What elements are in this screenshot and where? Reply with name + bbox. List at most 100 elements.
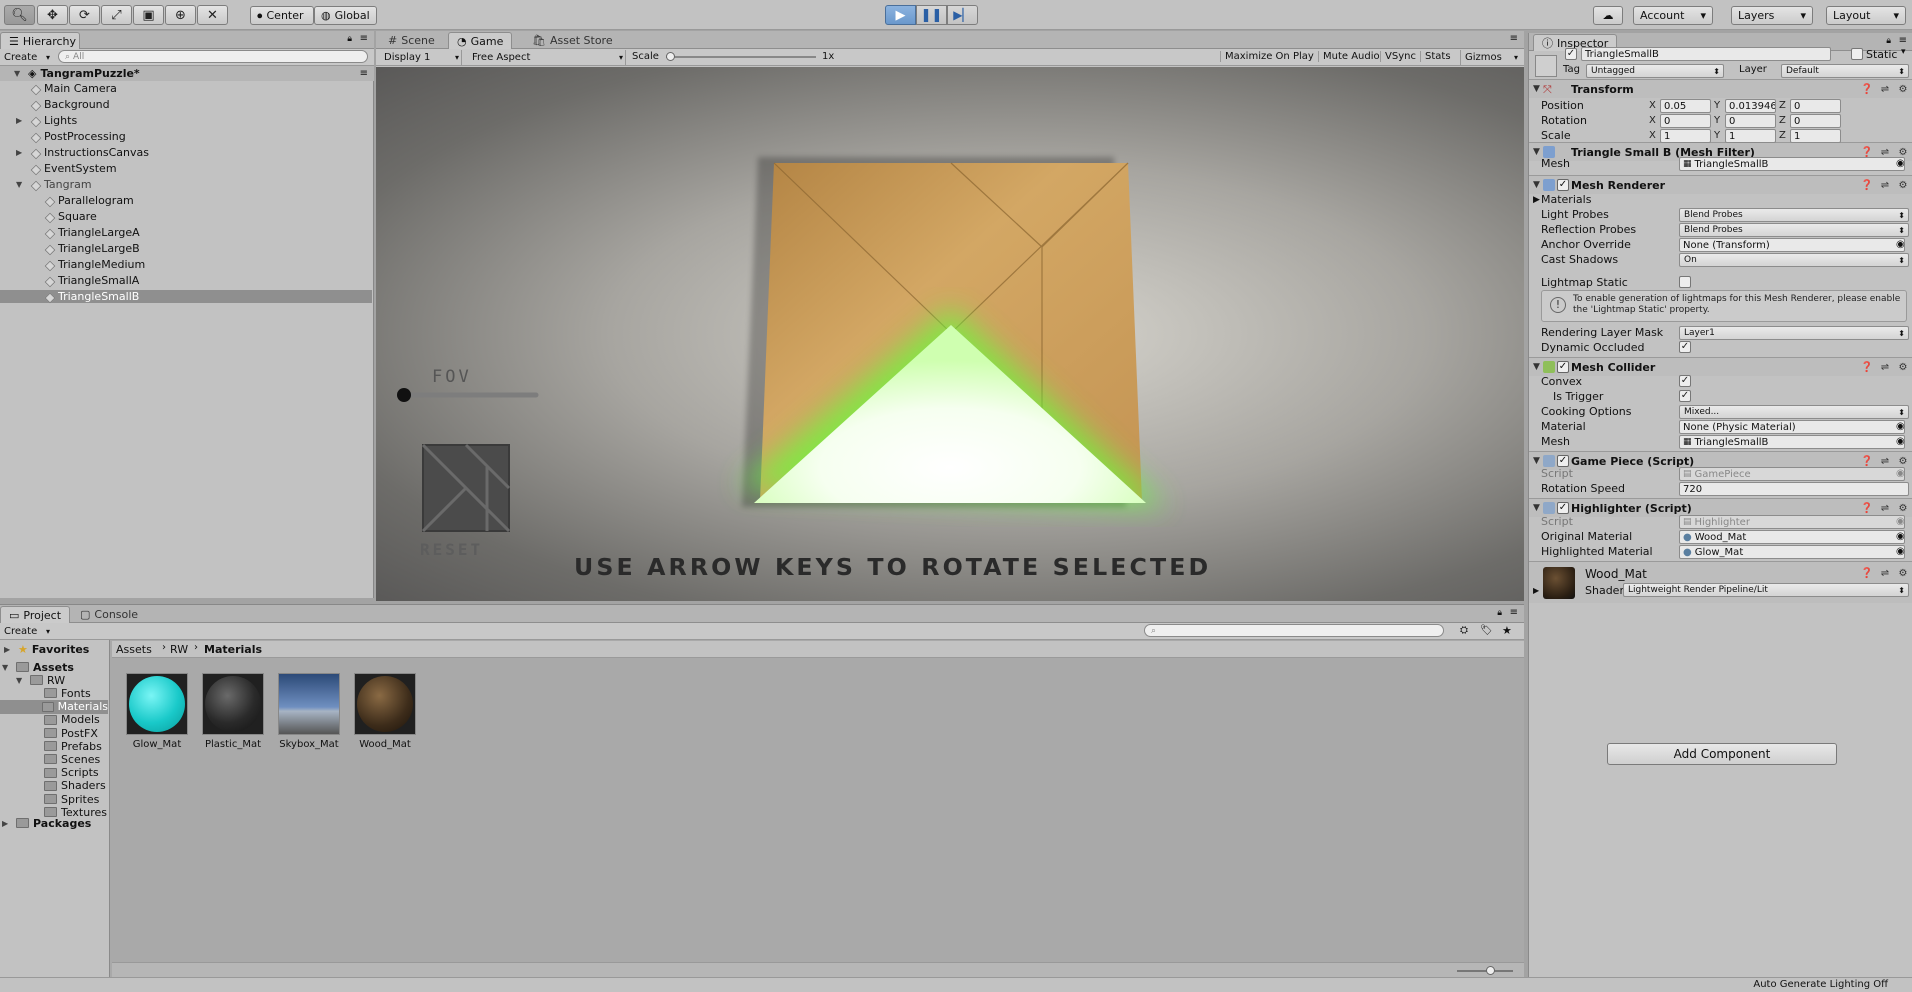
mesh-renderer-header[interactable]: ▼ ✓ Mesh Renderer ❓ ⇌ ⚙ — [1529, 175, 1912, 194]
tab-console[interactable]: ▢ Console — [72, 606, 146, 623]
tag-dropdown[interactable]: Untagged — [1586, 64, 1724, 78]
custom-tool-button[interactable]: ✕ — [197, 5, 228, 25]
folder-item[interactable]: Scenes — [0, 752, 108, 766]
mesh-collider-enabled-checkbox[interactable]: ✓ — [1557, 361, 1569, 373]
layers-dropdown[interactable]: Layers ▾ — [1731, 6, 1813, 25]
hierarchy-item[interactable]: PostProcessing — [0, 130, 372, 143]
expand-arrow-icon[interactable]: ▶ — [4, 645, 14, 654]
pivot-toggle[interactable]: ⦁ Center — [250, 6, 314, 25]
expand-arrow-icon[interactable]: ▶ — [2, 819, 12, 828]
shader-dropdown[interactable]: Lightweight Render Pipeline/Lit — [1623, 583, 1909, 597]
cast-shadows-dropdown[interactable]: On — [1679, 253, 1909, 267]
hierarchy-item[interactable]: Background — [0, 98, 372, 111]
preset-icon[interactable]: ⇌ — [1879, 502, 1891, 514]
hierarchy-item[interactable]: ▼ Tangram — [0, 178, 372, 191]
rotation-speed-input[interactable]: 720 — [1679, 482, 1909, 496]
light-probes-dropdown[interactable]: Blend Probes — [1679, 208, 1909, 222]
folder-item[interactable]: Models — [0, 713, 108, 727]
help-icon[interactable]: ❓ — [1861, 83, 1873, 95]
vsync-toggle[interactable]: VSync — [1380, 51, 1420, 62]
scale-slider-thumb[interactable] — [666, 52, 675, 61]
auto-lighting-status[interactable]: Auto Generate Lighting Off — [1753, 979, 1888, 990]
gear-icon[interactable]: ⚙ — [1897, 502, 1909, 514]
asset-item[interactable]: Skybox_Mat — [278, 673, 340, 750]
transform-header[interactable]: ▼ ⤧ Transform ❓ ⇌ ⚙ — [1529, 79, 1912, 98]
help-icon[interactable]: ❓ — [1861, 455, 1873, 467]
collapse-arrow-icon[interactable]: ▼ — [1533, 456, 1540, 466]
collider-mesh-field[interactable]: ▦ TriangleSmallB — [1679, 435, 1905, 449]
gear-icon[interactable]: ⚙ — [1897, 361, 1909, 373]
tab-hierarchy[interactable]: ☰ Hierarchy — [0, 32, 80, 49]
add-component-button[interactable]: Add Component — [1607, 743, 1837, 765]
filter-by-label-icon[interactable]: 🏷︎ — [1480, 625, 1493, 636]
reset-button[interactable] — [421, 443, 511, 533]
panel-menu-icon[interactable]: ≡ — [1510, 607, 1518, 618]
preset-icon[interactable]: ⇌ — [1879, 179, 1891, 191]
fov-slider-handle[interactable] — [397, 388, 411, 402]
folder-item[interactable]: ▶ Packages — [0, 816, 108, 830]
expand-arrow-icon[interactable]: ▼ — [16, 180, 26, 189]
tab-game[interactable]: ◔ Game — [448, 32, 513, 49]
preset-icon[interactable]: ⇌ — [1879, 361, 1891, 373]
object-picker-icon[interactable]: ◉ — [1896, 436, 1905, 447]
step-button[interactable]: ▶▏ — [947, 5, 978, 25]
active-checkbox[interactable]: ✓ — [1565, 48, 1577, 60]
move-tool-button[interactable]: ✥ — [37, 5, 68, 25]
hierarchy-item[interactable]: TriangleSmallA — [0, 274, 372, 287]
transform-tool-button[interactable]: ⊕ — [165, 5, 196, 25]
lock-icon[interactable]: 🔒︎ — [1886, 36, 1891, 46]
hand-tool-button[interactable]: 🔍︎ — [4, 5, 35, 25]
folder-item[interactable]: Shaders — [0, 779, 108, 793]
folder-item[interactable]: Materials — [0, 699, 108, 714]
position-x-input[interactable]: 0.05 — [1660, 99, 1711, 113]
scale-z-input[interactable]: 1 — [1790, 129, 1841, 143]
breadcrumb-rw[interactable]: RW — [170, 643, 188, 656]
mesh-collider-header[interactable]: ▼ ✓ Mesh Collider ❓ ⇌ ⚙ — [1529, 357, 1912, 376]
anchor-override-field[interactable]: None (Transform) — [1679, 238, 1905, 252]
filter-by-type-icon[interactable]: ⛭ — [1460, 625, 1468, 636]
icon-size-slider-thumb[interactable] — [1486, 966, 1495, 975]
gizmos-dropdown[interactable]: Gizmos — [1460, 50, 1520, 65]
account-dropdown[interactable]: Account ▾ — [1633, 6, 1713, 25]
rotation-x-input[interactable]: 0 — [1660, 114, 1711, 128]
expand-arrow-icon[interactable]: ▶ — [1533, 586, 1539, 595]
object-picker-icon[interactable]: ◉ — [1896, 158, 1905, 169]
folder-item[interactable]: Scripts — [0, 766, 108, 780]
help-icon[interactable]: ❓ — [1861, 502, 1873, 514]
collapse-arrow-icon[interactable]: ▼ — [1533, 180, 1540, 190]
gear-icon[interactable]: ⚙ — [1897, 179, 1909, 191]
tab-asset-store[interactable]: 🛍︎ Asset Store — [524, 32, 621, 49]
scale-tool-button[interactable]: ⤢ — [101, 5, 132, 25]
preset-icon[interactable]: ⇌ — [1879, 83, 1891, 95]
expand-arrow-icon[interactable]: ▶ — [16, 148, 26, 157]
layer-dropdown[interactable]: Default — [1781, 64, 1909, 78]
collapse-arrow-icon[interactable]: ▼ — [1533, 147, 1540, 157]
hierarchy-search-input[interactable]: ⌕ All — [58, 50, 368, 63]
help-icon[interactable]: ❓ — [1861, 361, 1873, 373]
pause-button[interactable]: ❚❚ — [916, 5, 947, 25]
expand-arrow-icon[interactable]: ▼ — [16, 676, 26, 685]
help-icon[interactable]: ❓ — [1861, 179, 1873, 191]
dynamic-occluded-checkbox[interactable]: ✓ — [1679, 341, 1691, 353]
mute-audio-toggle[interactable]: Mute Audio — [1318, 51, 1384, 62]
static-dropdown-arrow-icon[interactable]: ▾ — [1901, 47, 1906, 57]
folder-item[interactable]: PostFX — [0, 726, 108, 740]
scene-menu-icon[interactable]: ≡ — [360, 68, 368, 79]
scale-slider-track[interactable] — [666, 56, 816, 58]
gear-icon[interactable]: ⚙ — [1897, 567, 1909, 579]
reflection-probes-dropdown[interactable]: Blend Probes — [1679, 223, 1909, 237]
folder-item[interactable]: Fonts — [0, 686, 108, 700]
hierarchy-item[interactable]: Parallelogram — [0, 194, 372, 207]
rendering-layer-mask-dropdown[interactable]: Layer1 — [1679, 326, 1909, 340]
play-button[interactable]: ▶ — [885, 5, 916, 25]
rotation-z-input[interactable]: 0 — [1790, 114, 1841, 128]
collapse-arrow-icon[interactable]: ▼ — [1533, 503, 1540, 513]
tab-project[interactable]: ▭ Project — [0, 606, 71, 623]
rotation-y-input[interactable]: 0 — [1725, 114, 1776, 128]
scale-x-input[interactable]: 1 — [1660, 129, 1711, 143]
help-icon[interactable]: ❓ — [1861, 567, 1873, 579]
project-create-dropdown[interactable]: Create — [0, 624, 52, 639]
object-picker-icon[interactable]: ◉ — [1896, 531, 1905, 542]
hierarchy-item[interactable]: Square — [0, 210, 372, 223]
tab-scene[interactable]: # Scene — [380, 32, 443, 49]
